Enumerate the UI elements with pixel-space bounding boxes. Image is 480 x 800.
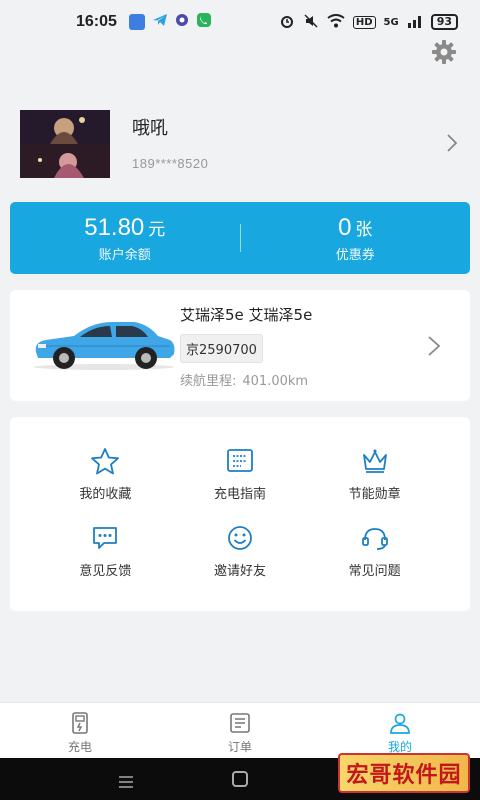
menu-label: 意见反馈 [79,564,132,579]
chevron-right-icon[interactable] [444,132,460,154]
menu-item-feedback[interactable]: 意见反馈 [38,524,173,579]
range-value: 401.00km [242,374,309,389]
user-icon [388,711,412,735]
crown-icon [360,447,390,475]
tab-mine[interactable]: 我的 [320,703,480,758]
menu-label: 邀请好友 [213,564,266,579]
range-label: 续航里程: [180,374,237,389]
menu-item-faq[interactable]: 常见问题 [307,524,442,579]
balance-unit: 元 [148,219,166,240]
telegram-icon [152,12,168,32]
feature-menu: 我的收藏 充电指南 节能勋章 意见反馈 邀请好友 常见问题 [10,417,470,611]
home-icon[interactable] [232,771,248,787]
tab-label: 订单 [227,740,252,754]
app-notification-icon [174,12,190,32]
phone-notification-icon [196,12,212,32]
license-plate: 京2590700 [180,334,263,363]
coupon-unit: 张 [355,219,373,240]
menu-item-favorites[interactable]: 我的收藏 [38,447,173,502]
vehicle-name: 艾瑞泽5e 艾瑞泽5e [180,306,313,324]
menu-item-charging-guide[interactable]: 充电指南 [173,447,308,502]
mute-icon [303,13,319,32]
chevron-right-icon[interactable] [426,334,442,358]
settings-gear-icon[interactable] [430,38,458,66]
avatar[interactable] [20,110,110,178]
notification-app-icon [128,14,145,30]
car-image [30,314,178,372]
wifi-icon [327,13,345,31]
guide-icon [225,447,255,475]
coupon-label: 优惠券 [335,247,375,263]
signal-icon [407,14,423,31]
bottom-tab-bar: 充电 订单 我的 [0,702,480,758]
hd-badge: HD [352,15,376,29]
charge-icon [68,711,92,735]
coupons[interactable]: 0张 优惠券 [241,214,471,263]
tab-orders[interactable]: 订单 [160,703,320,758]
account-balance[interactable]: 51.80 元 账户余额 [10,214,240,263]
star-icon [90,447,120,475]
watermark-text: 宏哥软件园 [346,763,462,788]
menu-item-energy-badges[interactable]: 节能勋章 [307,447,442,502]
coupon-count: 0 [338,213,352,241]
menu-item-invite-friends[interactable]: 邀请好友 [173,524,308,579]
alarm-icon [279,13,295,32]
signal-label: 5G [383,16,399,28]
profile-header[interactable]: 哦吼 189****8520 [20,110,460,180]
status-time: 16:05 [76,13,117,30]
balance-card: 51.80 元 账户余额 0张 优惠券 [10,202,470,274]
feedback-icon [90,524,120,552]
menu-label: 充电指南 [213,487,266,502]
battery-level: 93 [430,14,458,30]
vehicle-card[interactable]: 艾瑞泽5e 艾瑞泽5e 京2590700 续航里程: 401.00km [10,290,470,401]
user-nickname: 哦吼 [132,118,168,139]
tab-charge[interactable]: 充电 [0,703,160,758]
vehicle-range: 续航里程: 401.00km [180,370,308,389]
order-icon [228,711,252,735]
menu-label: 我的收藏 [79,487,132,502]
balance-label: 账户余额 [98,247,151,263]
menu-icon[interactable] [118,773,134,788]
balance-amount: 51.80 [84,213,145,241]
status-indicators: HD 5G 93 [279,13,458,32]
help-icon [360,524,390,552]
smile-icon [225,524,255,552]
tab-label: 充电 [67,740,92,754]
menu-label: 常见问题 [348,564,401,579]
menu-label: 节能勋章 [348,487,401,502]
user-phone: 189****8520 [132,156,209,171]
watermark-logo: 宏哥软件园 [338,753,470,793]
status-bar: 16:05 HD 5G 93 [0,0,480,44]
